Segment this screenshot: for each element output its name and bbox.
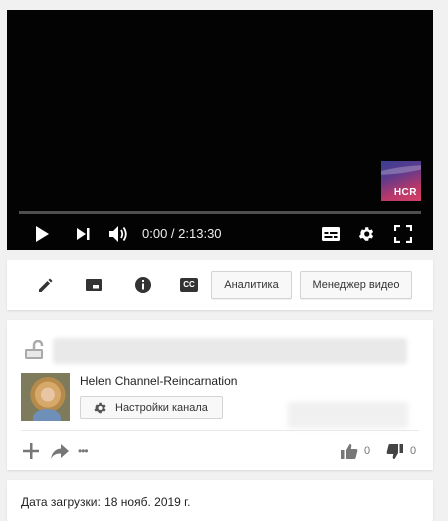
thumbs-up-icon	[341, 443, 358, 459]
video-title-obscured	[53, 338, 407, 364]
description-card: Дата загрузки: 18 нояб. 2019 г.	[7, 480, 433, 521]
time-display: 0:00 / 2:13:30	[142, 220, 222, 248]
fullscreen-icon	[394, 225, 412, 243]
play-icon	[36, 226, 49, 242]
share-button[interactable]	[50, 441, 70, 461]
volume-icon	[109, 226, 127, 242]
fullscreen-button[interactable]	[392, 220, 414, 248]
channel-watermark-logo[interactable]: HCR	[381, 161, 421, 201]
cc-icon: CC	[180, 278, 198, 292]
upload-date: Дата загрузки: 18 нояб. 2019 г.	[21, 495, 191, 509]
time-total: 2:13:30	[178, 226, 222, 241]
obscured-region	[288, 402, 408, 428]
divider	[21, 430, 419, 431]
gear-icon	[94, 402, 106, 413]
channel-settings-label: Настройки канала	[115, 401, 208, 414]
pencil-icon	[39, 278, 53, 292]
info-button[interactable]	[133, 275, 153, 295]
plus-icon	[23, 443, 39, 459]
channel-avatar[interactable]	[21, 373, 70, 421]
subtitles-button[interactable]	[320, 220, 342, 248]
info-icon	[135, 277, 151, 293]
dislike-button[interactable]: 0	[386, 441, 416, 461]
add-to-playlist-button[interactable]	[22, 441, 40, 461]
edit-button[interactable]	[36, 275, 56, 295]
video-toolbar: CC Аналитика Менеджер видео	[7, 260, 433, 310]
channel-name[interactable]: Helen Channel-Reincarnation	[80, 374, 237, 388]
subtitles-icon	[322, 227, 340, 241]
end-screen-button[interactable]	[84, 275, 104, 295]
progress-bar[interactable]	[19, 211, 421, 214]
video-manager-button[interactable]: Менеджер видео	[300, 271, 412, 299]
share-icon	[51, 444, 69, 459]
next-button[interactable]	[73, 220, 93, 248]
more-button[interactable]: •••	[78, 441, 89, 461]
time-current: 0:00	[142, 226, 168, 241]
gear-icon	[358, 227, 374, 241]
thumbs-down-icon	[386, 443, 403, 459]
video-player[interactable]: HCR 0:00 / 2:13:30	[7, 10, 433, 250]
watermark-text: HCR	[393, 187, 417, 198]
settings-button[interactable]	[355, 220, 377, 248]
end-screen-icon	[86, 279, 102, 291]
video-info-card: Helen Channel-Reincarnation Настройки ка…	[7, 320, 433, 470]
dislike-count: 0	[410, 445, 417, 457]
unlocked-icon	[23, 339, 45, 360]
skip-next-icon	[77, 228, 90, 240]
like-button[interactable]: 0	[340, 441, 370, 461]
volume-button[interactable]	[107, 220, 129, 248]
player-controls: 0:00 / 2:13:30	[7, 220, 433, 248]
more-dots-icon: •••	[78, 444, 89, 458]
analytics-button[interactable]: Аналитика	[211, 271, 292, 299]
captions-button[interactable]: CC	[179, 275, 199, 295]
channel-settings-button[interactable]: Настройки канала	[80, 396, 223, 419]
like-count: 0	[364, 445, 371, 457]
play-button[interactable]	[32, 220, 52, 248]
time-separator: /	[167, 226, 179, 241]
